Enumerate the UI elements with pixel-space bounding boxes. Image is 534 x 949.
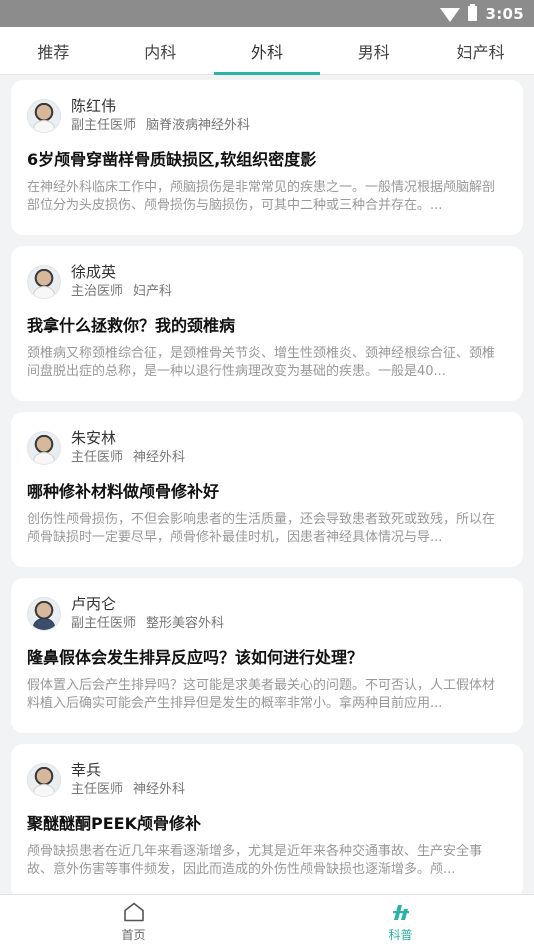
article-card[interactable]: 幸兵 主任医师 神经外科 聚醚醚酮PEEK颅骨修补 颅骨缺损患者在近几年来看逐渐… (11, 744, 523, 894)
status-time: 3:05 (485, 4, 524, 23)
author-row: 幸兵 主任医师 神经外科 (27, 761, 507, 798)
avatar[interactable] (27, 763, 61, 797)
article-title[interactable]: 隆鼻假体会发生排异反应吗？该如何进行处理？ (27, 646, 507, 670)
author-role: 副主任医师 (71, 616, 137, 631)
article-title[interactable]: 我拿什么拯救你？我的颈椎病 (27, 314, 507, 338)
author-row: 徐成英 主治医师 妇产科 (27, 263, 507, 300)
author-role: 主治医师 (71, 284, 124, 299)
author-department: 妇产科 (133, 284, 173, 299)
avatar[interactable] (27, 431, 61, 465)
author-name: 朱安林 (71, 429, 117, 447)
author-role: 主任医师 (71, 782, 124, 797)
wifi-icon (440, 8, 461, 22)
home-icon (123, 902, 144, 921)
nav-home-label: 首页 (121, 927, 146, 942)
author-row: 朱安林 主任医师 神经外科 (27, 429, 507, 466)
kepu-icon (392, 904, 409, 920)
author-department: 神经外科 (133, 782, 186, 797)
author-name: 幸兵 (71, 761, 102, 779)
article-title[interactable]: 6岁颅骨穿凿样骨质缺损区,软组织密度影 (27, 148, 507, 172)
author-row: 卢丙仑 副主任医师 整形美容外科 (27, 595, 507, 632)
author-role: 主任医师 (71, 450, 124, 465)
author-name: 陈红伟 (71, 97, 117, 115)
article-excerpt: 颈椎病又称颈椎综合征，是颈椎骨关节炎、增生性颈椎炎、颈神经根综合征、颈椎间盘脱出… (27, 346, 496, 379)
nav-kepu-label: 科普 (388, 927, 413, 942)
tab-obstetrics-gynecology[interactable]: 妇产科 (427, 27, 534, 74)
article-feed[interactable]: 陈红伟 副主任医师 脑脊液病神经外科 6岁颅骨穿凿样骨质缺损区,软组织密度影 在… (0, 75, 534, 894)
article-card[interactable]: 陈红伟 副主任医师 脑脊液病神经外科 6岁颅骨穿凿样骨质缺损区,软组织密度影 在… (11, 80, 523, 235)
article-card[interactable]: 朱安林 主任医师 神经外科 哪种修补材料做颅骨修补好 创伤性颅骨损伤，不但会影响… (11, 412, 523, 567)
author-department: 神经外科 (133, 450, 186, 465)
article-excerpt: 颅骨缺损患者在近几年来看逐渐增多，尤其是近年来各种交通事故、生产安全事故、意外伤… (27, 844, 483, 877)
bottom-navigation: 首页 科普 (0, 894, 534, 949)
tab-andrology[interactable]: 男科 (320, 27, 427, 74)
article-title[interactable]: 哪种修补材料做颅骨修补好 (27, 480, 507, 504)
article-excerpt: 在神经外科临床工作中，颅脑损伤是非常常见的疾患之一。一般情况根据颅脑解剖部位分为… (27, 180, 496, 213)
article-title[interactable]: 聚醚醚酮PEEK颅骨修补 (27, 812, 507, 836)
article-excerpt: 假体置入后会产生排异吗？这可能是求美者最关心的问题。不可否认，人工假体材料植入后… (27, 678, 496, 711)
article-card[interactable]: 卢丙仑 副主任医师 整形美容外科 隆鼻假体会发生排异反应吗？该如何进行处理？ 假… (11, 578, 523, 733)
avatar[interactable] (27, 265, 61, 299)
tab-internal-medicine[interactable]: 内科 (107, 27, 214, 74)
author-row: 陈红伟 副主任医师 脑脊液病神经外科 (27, 97, 507, 134)
author-department: 整形美容外科 (146, 616, 225, 631)
category-tabs: 推荐 内科 外科 男科 妇产科 (0, 27, 534, 75)
nav-kepu[interactable]: 科普 (267, 895, 534, 949)
author-role: 副主任医师 (71, 118, 137, 133)
battery-icon (468, 4, 478, 21)
author-department: 脑脊液病神经外科 (146, 118, 251, 133)
article-card[interactable]: 徐成英 主治医师 妇产科 我拿什么拯救你？我的颈椎病 颈椎病又称颈椎综合征，是颈… (11, 246, 523, 401)
article-excerpt: 创伤性颅骨损伤，不但会影响患者的生活质量，还会导致患者致死或致残，所以在颅骨缺损… (27, 512, 496, 545)
author-name: 卢丙仑 (71, 595, 117, 613)
nav-home[interactable]: 首页 (0, 895, 267, 949)
author-name: 徐成英 (71, 263, 117, 281)
avatar[interactable] (27, 99, 61, 133)
tab-recommend[interactable]: 推荐 (0, 27, 107, 74)
tab-surgery[interactable]: 外科 (213, 27, 321, 75)
status-bar: 3:05 (0, 0, 534, 27)
avatar[interactable] (27, 597, 61, 631)
